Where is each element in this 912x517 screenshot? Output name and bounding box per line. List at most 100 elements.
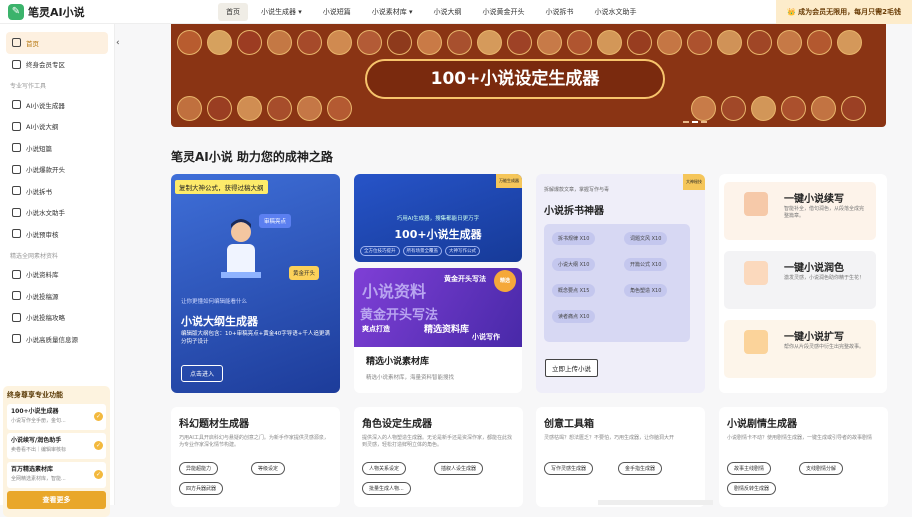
carousel-dots[interactable]: [683, 121, 710, 123]
tag-pill[interactable]: 等级设定: [251, 462, 286, 475]
ai-icon: [12, 100, 21, 110]
avatar: [687, 30, 712, 55]
sidebar-item-submit-source[interactable]: 小说投稿源: [0, 285, 114, 307]
upload-novel-button[interactable]: 立即上传小说: [545, 359, 598, 377]
nav-home[interactable]: 首页: [218, 2, 248, 21]
tag-pill[interactable]: 插叙人设生成器: [434, 462, 484, 475]
avatar: [657, 30, 682, 55]
continue-write-card[interactable]: 一键小说续写 智能补全，借句润色，从段落全成完整篇章。: [724, 182, 876, 240]
nav-short[interactable]: 小说短篇: [315, 3, 359, 21]
sidebar-item-ai-generator[interactable]: AI小说生成器: [0, 94, 114, 116]
card-title: 100+小说生成器: [394, 228, 482, 241]
sidebar-item-info-source[interactable]: 小说高质量信息源: [0, 328, 114, 350]
tag-pill[interactable]: 四方兵器武器: [179, 482, 224, 495]
avatar: [747, 30, 772, 55]
generator-card[interactable]: 万能生成器 巧用AI生成器，搜集都能日更万字 100+小说生成器 全方位技巧提升…: [354, 174, 522, 262]
sidebar-item-ai-outline[interactable]: AI小说大纲: [0, 116, 114, 138]
plot-generator-card[interactable]: 小说剧情生成器 小说剧情卡不动？使用剧情生成器，一键生成或引导者的故事剧情 故事…: [719, 407, 888, 507]
floating-toolbar[interactable]: [598, 500, 713, 505]
chip: 角色塑造 X10: [624, 284, 668, 297]
avatar: [717, 30, 742, 55]
card-desc: 编辑版大纲包含：10+审稿亮点+黄金40字导语+千人追更满分钩子设计: [181, 331, 330, 345]
card-sub: 拆解爆款文章，掌握写作与毒: [544, 187, 610, 193]
card-sub: 让你更懂如何编辑能看什么: [181, 299, 248, 305]
corner-badge: 大神秘技: [683, 174, 705, 190]
vip-banner[interactable]: 👑 成为会员无限用，每月只需2毛钱: [776, 0, 912, 24]
avatar: [207, 96, 232, 121]
sidebar-section-materials: 精选全网素材资料: [10, 252, 59, 260]
expand-card[interactable]: 一键小说扩写 帮你从片段灵感中衍生出完整故事。: [724, 320, 876, 378]
avatar: [267, 30, 292, 55]
tag-pill[interactable]: 异能超能力: [179, 462, 219, 475]
material-card[interactable]: 小说资料 黄金开头写法 黄金开头写法 精选资料库 爽点打造 小说写作 精选 精选…: [354, 268, 522, 393]
nav-outline[interactable]: 小说大纲: [426, 3, 470, 21]
avatar: [507, 30, 532, 55]
card-sub: 巧用AI生成器，搜集都能日更万字: [396, 216, 480, 222]
avatar: [297, 30, 322, 55]
avatar: [811, 96, 836, 121]
creative-toolbox-card[interactable]: 创意工具箱 灵感枯竭？想法匮乏？不要怕，巧用生成器，让你脑洞大开 写作灵感生成器…: [536, 407, 705, 507]
logo[interactable]: ✎ 笔灵AI小说: [8, 3, 208, 20]
collapse-sidebar-icon[interactable]: ‹: [116, 38, 120, 48]
sidebar-item-short[interactable]: 小说短篇: [0, 137, 114, 159]
check-icon: ✓: [94, 441, 103, 450]
tag-pill[interactable]: 支线剧情分解: [799, 462, 844, 475]
nav-opening[interactable]: 小说黄金开头: [475, 3, 533, 21]
polish-card[interactable]: 一键小说润色 激发灵感，小说润色助你精于生花！: [724, 251, 876, 309]
promo-item[interactable]: 100+小说生成器 小说写作全手册，金句... ✓: [7, 404, 106, 430]
feature-pills: 全方位技巧提升 所有场景全覆盖 大神写作公式: [360, 246, 483, 256]
avatar: [177, 96, 202, 121]
tag-pill[interactable]: 批量生成人物...: [362, 482, 411, 495]
outline-generator-card[interactable]: 复制大神公式，获得过稿大纲 审稿亮点 黄金开头 让你更懂如何编辑能看什么 小说大…: [171, 174, 340, 393]
view-more-button[interactable]: 查看更多: [7, 491, 106, 509]
character-generator-card[interactable]: 角色设定生成器 提供深入的人物塑造生成器。无论是新手还是资深作家，都能在此找到灵…: [354, 407, 523, 507]
card-title: 小说大纲生成器: [181, 315, 258, 328]
tag-pill[interactable]: 人物关系设定: [362, 462, 407, 475]
document-icon: [12, 164, 21, 174]
card-sub: 精选小说素材库，海量资料智能搜找: [366, 375, 455, 381]
sidebar-item-submit-guide[interactable]: 小说投稿攻略: [0, 307, 114, 329]
feature-column: 一键小说续写 智能补全，借句润色，从段落全成完整篇章。 一键小说润色 激发灵感，…: [719, 174, 887, 393]
sidebar-item-review[interactable]: 小说预审核: [0, 223, 114, 245]
sidebar-item-water[interactable]: 小说水文助手: [0, 202, 114, 224]
banner[interactable]: 100+小说设定生成器: [171, 24, 886, 127]
outline-icon: [12, 121, 21, 131]
nav-generator[interactable]: 小说生成器 ▾: [253, 3, 310, 21]
sidebar-item-home[interactable]: 首页: [6, 32, 108, 54]
promo-item[interactable]: 小说续写/润色助手 卖卷看不出｜编辑审核标 ✓: [7, 433, 106, 459]
split-book-card[interactable]: 大神秘技 拆解爆款文章，掌握写作与毒 小说拆书神器 拆书规律 X10 词题文风 …: [536, 174, 705, 393]
avatar: [417, 30, 442, 55]
nav-material[interactable]: 小说素材库 ▾: [364, 3, 421, 21]
check-icon: ✓: [94, 412, 103, 421]
tag-pill[interactable]: 故事主线剧情: [727, 462, 772, 475]
card-tag: 复制大神公式，获得过稿大纲: [175, 180, 268, 194]
chip: 读者痛点 X10: [552, 310, 596, 323]
avatar: [477, 30, 502, 55]
avatar: [691, 96, 716, 121]
nav-split[interactable]: 小说拆书: [538, 3, 582, 21]
tag-pill[interactable]: 金手指生成器: [618, 462, 663, 475]
page-headline: 笔灵AI小说 助力您的成神之路: [171, 150, 333, 164]
sidebar-item-opening[interactable]: 小说爆款开头: [0, 159, 114, 181]
chip: 拆书规律 X10: [552, 232, 596, 245]
tag-pill[interactable]: 剧情反转生成器: [727, 482, 777, 495]
card-title: 精选小说素材库: [366, 357, 430, 367]
avatar: [841, 96, 866, 121]
water-icon: [12, 207, 21, 217]
sidebar-item-split[interactable]: 小说拆书: [0, 180, 114, 202]
nav-water[interactable]: 小说水文助手: [587, 3, 645, 21]
avatar: [387, 30, 412, 55]
sidebar-item-member[interactable]: 终身会员专区: [0, 54, 114, 76]
chip: 词题文风 X10: [624, 232, 668, 245]
tag-pill[interactable]: 写作灵感生成器: [544, 462, 594, 475]
avatar: [627, 30, 652, 55]
logo-text: 笔灵AI小说: [28, 5, 85, 19]
chip: 开篇公式 X10: [624, 258, 668, 271]
avatar: [537, 30, 562, 55]
sidebar-item-library[interactable]: 小说资料库: [0, 264, 114, 286]
enter-button[interactable]: 点击进入: [181, 365, 224, 382]
guide-icon: [12, 312, 21, 322]
scifi-generator-card[interactable]: 科幻题材生成器 巧用AI工具开启科幻与悬疑的创意之门。为新手作家提供灵感源泉，为…: [171, 407, 340, 507]
home-icon: [12, 38, 21, 48]
promo-item[interactable]: 百万精选素材库 全网精选素材库，智能... ✓: [7, 462, 106, 488]
